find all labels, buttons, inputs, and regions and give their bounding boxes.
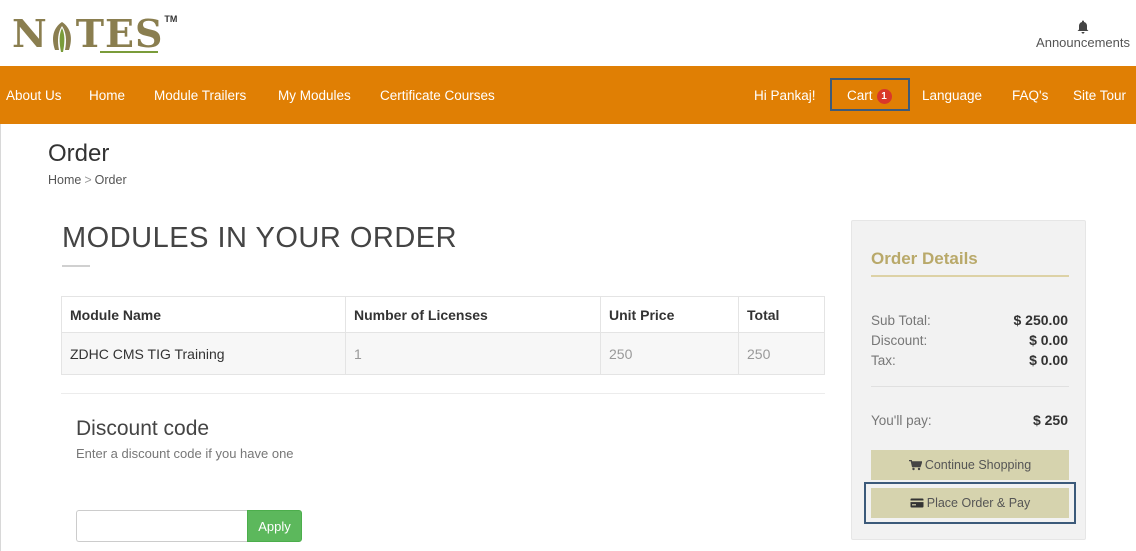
cell-unit-price: 250 [600,332,739,375]
breadcrumb-separator: > [84,173,92,187]
order-details-title: Order Details [871,249,978,268]
you-pay-label: You'll pay: [871,413,932,428]
nav-certificate-courses[interactable]: Certificate Courses [380,66,495,124]
tax-label: Tax: [871,353,896,368]
breadcrumb-home[interactable]: Home [48,173,81,187]
nav-home[interactable]: Home [89,66,125,124]
cell-module-name: ZDHC CMS TIG Training [61,332,346,375]
discount-description: Enter a discount code if you have one [76,446,294,461]
logo-trademark: TM [164,14,178,24]
heading-divider [62,265,90,267]
discount-label: Discount: [871,333,928,348]
announcements-label: Announcements [1036,35,1130,50]
nav-about-us[interactable]: About Us [6,66,62,124]
discount-code-input[interactable] [76,510,248,542]
order-table: Module Name Number of Licenses Unit Pric… [61,296,825,375]
place-order-pay-label: Place Order & Pay [926,496,1031,510]
you-pay-value: $ 250 [1032,412,1068,428]
nav-my-modules[interactable]: My Modules [278,66,351,124]
cart-label: Cart [847,88,873,103]
announcements-link[interactable]: Announcements [1036,20,1130,50]
table-row: ZDHC CMS TIG Training 1 250 250 [61,332,825,375]
site-logo[interactable]: N TES TM [12,10,177,54]
nav-language[interactable]: Language [922,66,982,124]
cart-count-badge: 1 [876,89,892,104]
leaf-icon [49,20,75,54]
bell-icon [1077,20,1089,34]
order-details-panel: Order Details Sub Total: $ 250.00 Discou… [851,220,1086,540]
cell-licenses: 1 [345,332,601,375]
apply-button[interactable]: Apply [247,510,302,542]
cell-total: 250 [738,332,825,375]
logo-letter-n: N [12,11,48,56]
discount-title: Discount code [76,417,210,440]
continue-shopping-label: Continue Shopping [924,458,1032,472]
credit-card-icon [910,498,924,508]
nav-cart[interactable]: Cart 1 [847,66,892,124]
sub-total-label: Sub Total: [871,313,931,328]
place-order-pay-button[interactable]: Place Order & Pay [871,488,1069,518]
modules-heading: MODULES IN YOUR ORDER [62,222,458,254]
table-header-row: Module Name Number of Licenses Unit Pric… [61,296,825,333]
discount-value: $ 0.00 [1029,332,1068,348]
col-licenses: Number of Licenses [345,296,601,333]
logo-letters-tes: TES [75,11,164,56]
page-title: Order [48,140,110,167]
main-nav: About Us Home Module Trailers My Modules… [0,66,1136,124]
col-unit-price: Unit Price [600,296,739,333]
totals-divider [871,386,1069,387]
continue-shopping-button[interactable]: Continue Shopping [871,450,1069,480]
tax-value: $ 0.00 [1029,352,1068,368]
sub-total-value: $ 250.00 [1013,312,1069,328]
logo-underline [100,51,158,53]
nav-greeting[interactable]: Hi Pankaj! [754,66,816,124]
section-divider [61,393,825,394]
site-header: N TES TM Announcements [0,0,1136,66]
cart-icon [908,459,922,470]
col-total: Total [738,296,825,333]
nav-faqs[interactable]: FAQ's [1012,66,1048,124]
nav-site-tour[interactable]: Site Tour [1073,66,1126,124]
breadcrumb: Home > Order [48,173,127,187]
breadcrumb-current: Order [94,173,127,187]
col-module-name: Module Name [61,296,346,333]
order-details-divider [871,275,1069,277]
nav-module-trailers[interactable]: Module Trailers [154,66,246,124]
